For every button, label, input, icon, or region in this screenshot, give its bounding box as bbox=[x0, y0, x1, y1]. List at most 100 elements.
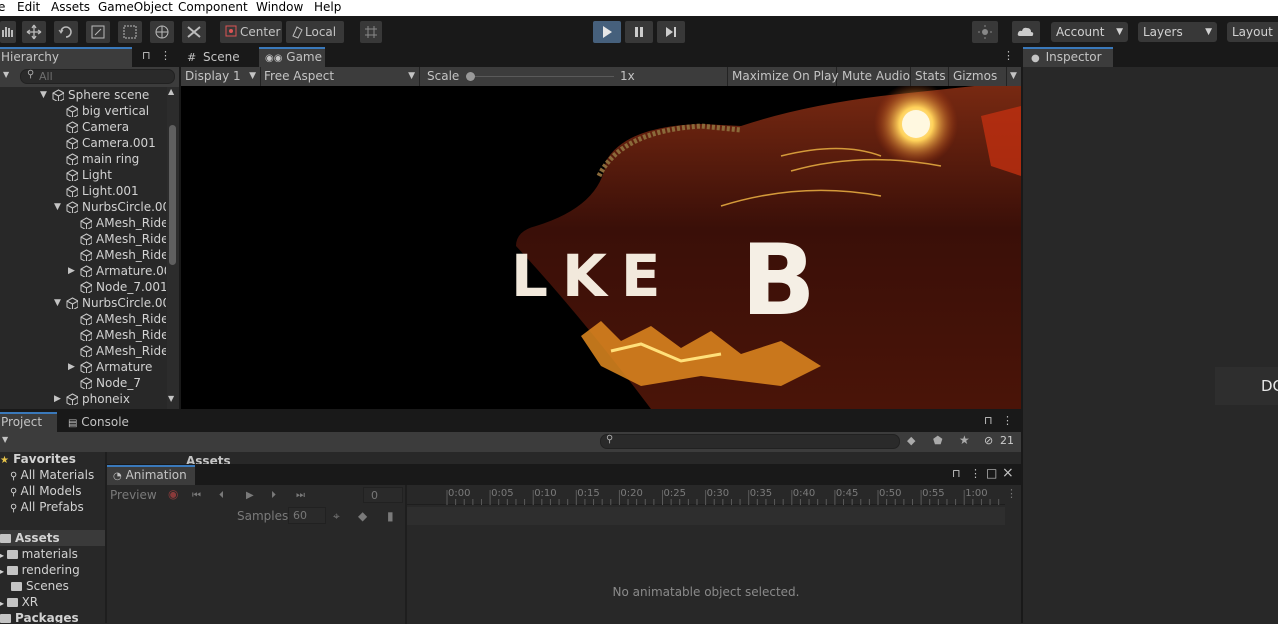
lock-icon[interactable]: ⊓ bbox=[952, 467, 961, 480]
menu-item-window[interactable]: Window bbox=[256, 0, 303, 15]
hierarchy-item[interactable]: ▶ Armature bbox=[0, 359, 166, 375]
preview-toggle[interactable]: Preview bbox=[110, 488, 157, 502]
mute-audio-toggle[interactable]: Mute Audio bbox=[838, 67, 911, 86]
move-tool-button[interactable] bbox=[22, 21, 46, 43]
tab-project[interactable]: Project bbox=[0, 412, 57, 432]
tab-inspector[interactable]: ● Inspector bbox=[1023, 47, 1113, 67]
hierarchy-item[interactable]: ▶ phoneix bbox=[0, 391, 166, 407]
collapse-arrow-icon[interactable]: ▶ bbox=[68, 359, 75, 375]
lock-icon[interactable]: ⊓ bbox=[142, 49, 151, 62]
menu-item-help[interactable]: Help bbox=[314, 0, 341, 15]
account-dropdown[interactable]: Account ▼ bbox=[1051, 22, 1128, 42]
favorites-star-icon[interactable]: ★ bbox=[959, 433, 970, 447]
hierarchy-item[interactable]: AMesh_Ride bbox=[0, 327, 166, 343]
transform-tool-button[interactable] bbox=[150, 21, 174, 43]
create-dropdown-icon[interactable]: ▼ bbox=[2, 435, 8, 444]
tab-hierarchy[interactable]: Hierarchy bbox=[0, 47, 132, 67]
tab-game[interactable]: ◉◉ Game bbox=[259, 47, 325, 67]
scrollbar-thumb[interactable] bbox=[169, 125, 176, 265]
hierarchy-item[interactable]: Node_7.001 bbox=[0, 279, 166, 295]
prev-keyframe-icon[interactable]: ⏴ bbox=[219, 490, 224, 501]
tab-scene[interactable]: # Scene bbox=[187, 47, 259, 67]
tab-console[interactable]: ▤ Console bbox=[64, 412, 144, 432]
hierarchy-item[interactable]: big vertical bbox=[0, 103, 166, 119]
expand-arrow-icon[interactable]: ▼ bbox=[40, 87, 47, 103]
hierarchy-item[interactable]: main ring bbox=[0, 151, 166, 167]
hierarchy-item[interactable]: ▼ NurbsCircle.00 bbox=[0, 295, 166, 311]
hidden-packages-icon[interactable]: ⊘ bbox=[984, 434, 993, 447]
menu-item-assets[interactable]: Assets bbox=[51, 0, 90, 15]
more-options-icon[interactable]: ⋮ bbox=[1006, 487, 1017, 500]
more-options-icon[interactable]: ⋮ bbox=[160, 49, 171, 62]
favorite-item[interactable]: ⚲ All Prefabs bbox=[10, 499, 84, 515]
first-keyframe-icon[interactable]: ⏮ bbox=[192, 490, 201, 501]
folder-item[interactable]: Scenes bbox=[11, 578, 69, 594]
display-dropdown[interactable]: Display 1 ▼ bbox=[181, 67, 261, 86]
hierarchy-item[interactable]: AMesh_Ride bbox=[0, 311, 166, 327]
collapse-arrow-icon[interactable]: ▶ bbox=[54, 391, 61, 407]
lighting-settings-button[interactable] bbox=[972, 21, 998, 43]
more-options-icon[interactable]: ⋮ bbox=[970, 467, 981, 480]
scroll-up-icon[interactable]: ▲ bbox=[168, 87, 174, 96]
record-icon[interactable]: ◉ bbox=[168, 487, 178, 501]
pivot-mode-button[interactable]: Center bbox=[220, 21, 282, 43]
assets-breadcrumb[interactable]: Assets bbox=[186, 453, 231, 464]
add-dropdown-icon[interactable]: ▼ bbox=[3, 70, 9, 79]
assets-folder-header[interactable]: Assets bbox=[0, 530, 105, 546]
more-options-icon[interactable]: ⋮ bbox=[1003, 49, 1014, 62]
folder-item[interactable]: ▸ materials bbox=[0, 546, 78, 562]
cloud-button[interactable] bbox=[1012, 21, 1040, 43]
frame-input[interactable]: 0 bbox=[363, 487, 403, 503]
samples-input[interactable]: 60 bbox=[288, 507, 326, 524]
grid-snap-button[interactable] bbox=[360, 21, 382, 43]
packages-folder-header[interactable]: Packages bbox=[0, 610, 79, 623]
hand-tool-button[interactable] bbox=[0, 21, 16, 43]
add-event-icon[interactable]: ▮ bbox=[387, 509, 394, 523]
hierarchy-search-input[interactable]: ⚲ All bbox=[20, 69, 175, 84]
collapse-arrow-icon[interactable]: ▶ bbox=[68, 263, 75, 279]
maximize-on-play-toggle[interactable]: Maximize On Play bbox=[727, 67, 839, 86]
scale-slider-track[interactable] bbox=[470, 76, 614, 77]
maximize-icon[interactable]: □ bbox=[986, 466, 997, 480]
expand-arrow-icon[interactable]: ▼ bbox=[54, 199, 61, 215]
aspect-dropdown[interactable]: Free Aspect ▼ bbox=[260, 67, 420, 86]
scale-tool-button[interactable] bbox=[86, 21, 110, 43]
folder-item[interactable]: ▸ XR bbox=[0, 594, 38, 610]
layers-dropdown[interactable]: Layers ▼ bbox=[1138, 22, 1217, 42]
rotate-tool-button[interactable] bbox=[54, 21, 78, 43]
favorites-header[interactable]: ★ Favorites bbox=[0, 452, 76, 467]
hierarchy-item[interactable]: ▼ Sphere scene bbox=[0, 87, 166, 103]
animation-event-lane[interactable] bbox=[407, 507, 1005, 525]
folder-item[interactable]: ▸ rendering bbox=[0, 562, 80, 578]
step-button[interactable] bbox=[657, 21, 685, 43]
lock-icon[interactable]: ⊓ bbox=[984, 414, 993, 427]
hierarchy-item[interactable]: ▶ Armature.00 bbox=[0, 263, 166, 279]
favorite-item[interactable]: ⚲ All Materials bbox=[10, 467, 94, 483]
last-keyframe-icon[interactable]: ⏭ bbox=[296, 490, 305, 501]
scroll-down-icon[interactable]: ▼ bbox=[168, 394, 174, 403]
hierarchy-item[interactable]: Camera.001 bbox=[0, 135, 166, 151]
menu-item-file[interactable]: e bbox=[0, 0, 5, 15]
menu-item-gameobject[interactable]: GameObject bbox=[98, 0, 173, 15]
hierarchy-item[interactable]: Camera bbox=[0, 119, 166, 135]
close-icon[interactable]: × bbox=[1002, 465, 1014, 481]
play-animation-icon[interactable]: ▶ bbox=[246, 490, 254, 501]
filter-by-selection-icon[interactable]: ⌖ bbox=[333, 509, 340, 524]
expand-arrow-icon[interactable]: ▼ bbox=[54, 295, 61, 311]
game-viewport[interactable]: LKE B bbox=[181, 86, 1021, 409]
rect-tool-button[interactable] bbox=[118, 21, 142, 43]
search-by-label-icon[interactable]: ⬟ bbox=[933, 434, 943, 447]
project-search-input[interactable]: ⚲ bbox=[600, 434, 900, 449]
hierarchy-item[interactable]: Node_7 bbox=[0, 375, 166, 391]
menu-item-component[interactable]: Component bbox=[178, 0, 248, 15]
hierarchy-item[interactable]: AMesh_Ride bbox=[0, 343, 166, 359]
hierarchy-scrollbar[interactable]: ▲ ▼ bbox=[167, 87, 179, 409]
layout-dropdown[interactable]: Layout bbox=[1227, 22, 1278, 42]
add-keyframe-icon[interactable]: ◆ bbox=[358, 509, 367, 523]
stats-toggle[interactable]: Stats bbox=[911, 67, 949, 86]
hierarchy-item[interactable]: Light.001 bbox=[0, 183, 166, 199]
more-options-icon[interactable]: ⋮ bbox=[1002, 414, 1013, 427]
search-by-type-icon[interactable]: ◆ bbox=[907, 434, 915, 447]
favorite-item[interactable]: ⚲ All Models bbox=[10, 483, 82, 499]
play-button[interactable] bbox=[593, 21, 621, 43]
